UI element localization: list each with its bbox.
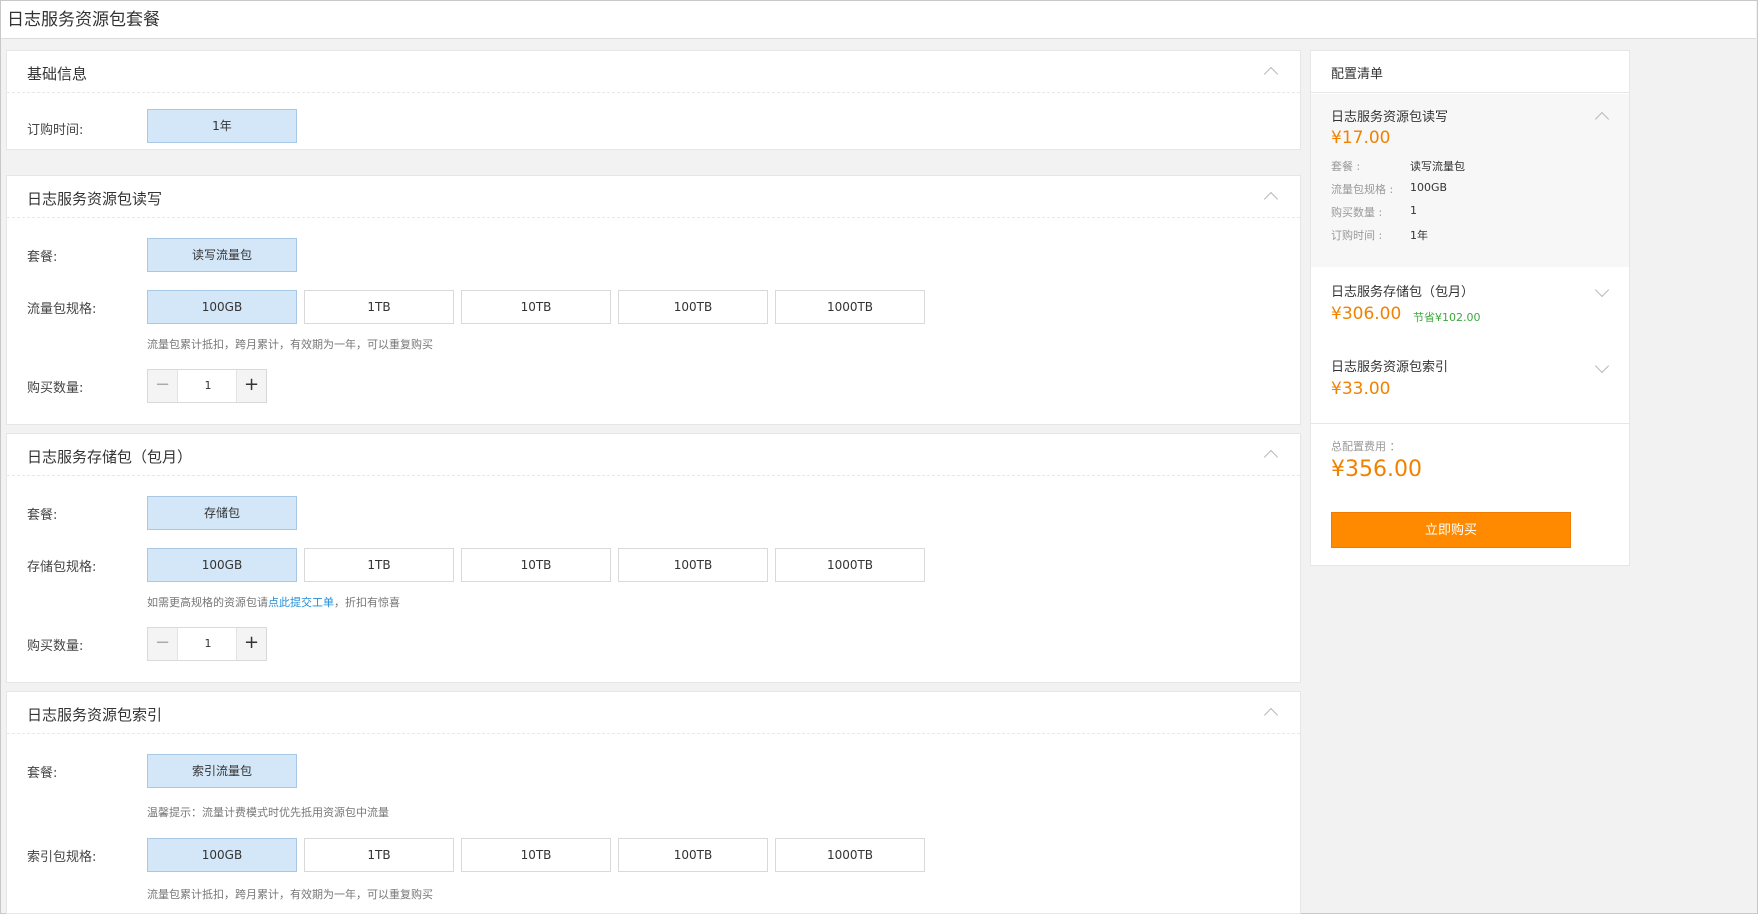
chevron-up-icon[interactable] [1263, 449, 1279, 465]
note-prefix: 如需更高规格的资源包请 [147, 596, 268, 609]
chevron-up-icon[interactable] [1263, 66, 1279, 82]
chevron-down-icon[interactable] [1594, 358, 1610, 374]
summary-item-storage[interactable]: 日志服务存储包（包月） ¥306.00 节省¥102.00 [1311, 267, 1629, 343]
spec-note: 如需更高规格的资源包请点此提交工单，折扣有惊喜 [147, 594, 400, 610]
minus-button[interactable]: − [148, 370, 178, 402]
chevron-down-icon[interactable] [1594, 282, 1610, 298]
note-suffix: ，折扣有惊喜 [334, 596, 400, 609]
page-title: 日志服务资源包套餐 [7, 10, 160, 30]
quantity-stepper: − 1 + [147, 369, 267, 403]
section-header[interactable]: 日志服务资源包读写 [7, 176, 1300, 218]
storage-section: 日志服务存储包（包月） 套餐: 存储包 存储包规格: 100GB 1TB 10T… [6, 433, 1301, 683]
spec-option-1000tb[interactable]: 1000TB [775, 838, 925, 872]
top-bar: 日志服务资源包套餐 [1, 1, 1756, 39]
duration-label: 订购时间: [27, 123, 84, 138]
summary-header: 配置清单 [1311, 51, 1629, 93]
section-header[interactable]: 日志服务存储包（包月） [7, 434, 1300, 476]
detail-value: 100GB [1410, 181, 1448, 194]
submit-ticket-link[interactable]: 点此提交工单 [268, 596, 334, 609]
section-header[interactable]: 基础信息 [7, 51, 1300, 93]
basic-info-section: 基础信息 订购时间: 1年 [6, 50, 1301, 150]
total-label: 总配置费用 ： [1331, 440, 1401, 453]
plan-label: 套餐: [27, 766, 58, 781]
spec-option-10tb[interactable]: 10TB [461, 548, 611, 582]
spec-option-100gb[interactable]: 100GB [147, 838, 297, 872]
detail-key: 套餐 : [1331, 160, 1361, 173]
plan-option[interactable]: 索引流量包 [147, 754, 297, 788]
summary-item-index[interactable]: 日志服务资源包索引 ¥33.00 [1311, 343, 1629, 423]
summary-title: 配置清单 [1331, 67, 1384, 82]
detail-key: 购买数量 : [1331, 206, 1383, 219]
plan-option[interactable]: 存储包 [147, 496, 297, 530]
spec-option-100gb[interactable]: 100GB [147, 548, 297, 582]
qty-label: 购买数量: [27, 381, 84, 396]
detail-value: 1 [1410, 204, 1417, 217]
index-section: 日志服务资源包索引 套餐: 索引流量包 温馨提示：流量计费模式时优先抵用资源包中… [6, 691, 1301, 914]
buy-now-button[interactable]: 立即购买 [1331, 512, 1571, 548]
quantity-stepper: − 1 + [147, 627, 267, 661]
total-section: 总配置费用 ： ¥356.00 立即购买 [1311, 423, 1629, 548]
detail-value: 1年 [1410, 229, 1428, 242]
spec-option-1tb[interactable]: 1TB [304, 838, 454, 872]
savings-label: 节省¥102.00 [1413, 311, 1481, 324]
spec-option-10tb[interactable]: 10TB [461, 838, 611, 872]
item-name: 日志服务资源包读写 [1331, 110, 1449, 125]
qty-label: 购买数量: [27, 639, 84, 654]
minus-button[interactable]: − [148, 628, 178, 660]
detail-key: 订购时间 : [1331, 229, 1383, 242]
section-title: 日志服务资源包索引 [27, 706, 163, 724]
spec-option-100tb[interactable]: 100TB [618, 290, 768, 324]
chevron-up-icon[interactable] [1263, 707, 1279, 723]
plan-label: 套餐: [27, 250, 58, 265]
config-summary-panel: 配置清单 日志服务资源包读写 ¥17.00 套餐 : 读写流量包 流量包规格 :… [1310, 50, 1630, 566]
item-name: 日志服务存储包（包月） [1331, 285, 1475, 300]
chevron-up-icon[interactable] [1594, 111, 1610, 127]
spec-option-10tb[interactable]: 10TB [461, 290, 611, 324]
spec-label: 流量包规格: [27, 302, 97, 317]
spec-option-100tb[interactable]: 100TB [618, 548, 768, 582]
spec-option-1000tb[interactable]: 1000TB [775, 290, 925, 324]
spec-option-1tb[interactable]: 1TB [304, 548, 454, 582]
plan-option[interactable]: 读写流量包 [147, 238, 297, 272]
item-price: ¥33.00 [1331, 379, 1391, 399]
spec-option-100tb[interactable]: 100TB [618, 838, 768, 872]
quantity-value[interactable]: 1 [178, 370, 238, 402]
spec-label: 存储包规格: [27, 560, 97, 575]
chevron-up-icon[interactable] [1263, 191, 1279, 207]
total-price: ¥356.00 [1331, 457, 1422, 482]
plan-label: 套餐: [27, 508, 58, 523]
spec-option-1tb[interactable]: 1TB [304, 290, 454, 324]
summary-item-rw[interactable]: 日志服务资源包读写 ¥17.00 套餐 : 读写流量包 流量包规格 : 100G… [1311, 94, 1629, 267]
plus-button[interactable]: + [236, 370, 266, 402]
section-title: 日志服务存储包（包月） [27, 448, 193, 466]
item-name: 日志服务资源包索引 [1331, 360, 1449, 375]
plus-button[interactable]: + [236, 628, 266, 660]
spec-option-100gb[interactable]: 100GB [147, 290, 297, 324]
section-header[interactable]: 日志服务资源包索引 [7, 692, 1300, 734]
item-price: ¥306.00 [1331, 304, 1402, 324]
rw-section: 日志服务资源包读写 套餐: 读写流量包 流量包规格: 100GB 1TB 10T… [6, 175, 1301, 425]
spec-note: 流量包累计抵扣，跨月累计，有效期为一年，可以重复购买 [147, 888, 433, 901]
spec-label: 索引包规格: [27, 850, 97, 865]
detail-value: 读写流量包 [1410, 160, 1465, 173]
section-title: 日志服务资源包读写 [27, 190, 163, 208]
spec-note: 流量包累计抵扣，跨月累计，有效期为一年，可以重复购买 [147, 338, 433, 351]
spec-option-1000tb[interactable]: 1000TB [775, 548, 925, 582]
billing-tip: 温馨提示：流量计费模式时优先抵用资源包中流量 [147, 806, 389, 819]
section-title: 基础信息 [27, 65, 88, 83]
detail-key: 流量包规格 : [1331, 183, 1394, 196]
item-price: ¥17.00 [1331, 128, 1391, 148]
quantity-value[interactable]: 1 [178, 628, 238, 660]
duration-option-1year[interactable]: 1年 [147, 109, 297, 143]
